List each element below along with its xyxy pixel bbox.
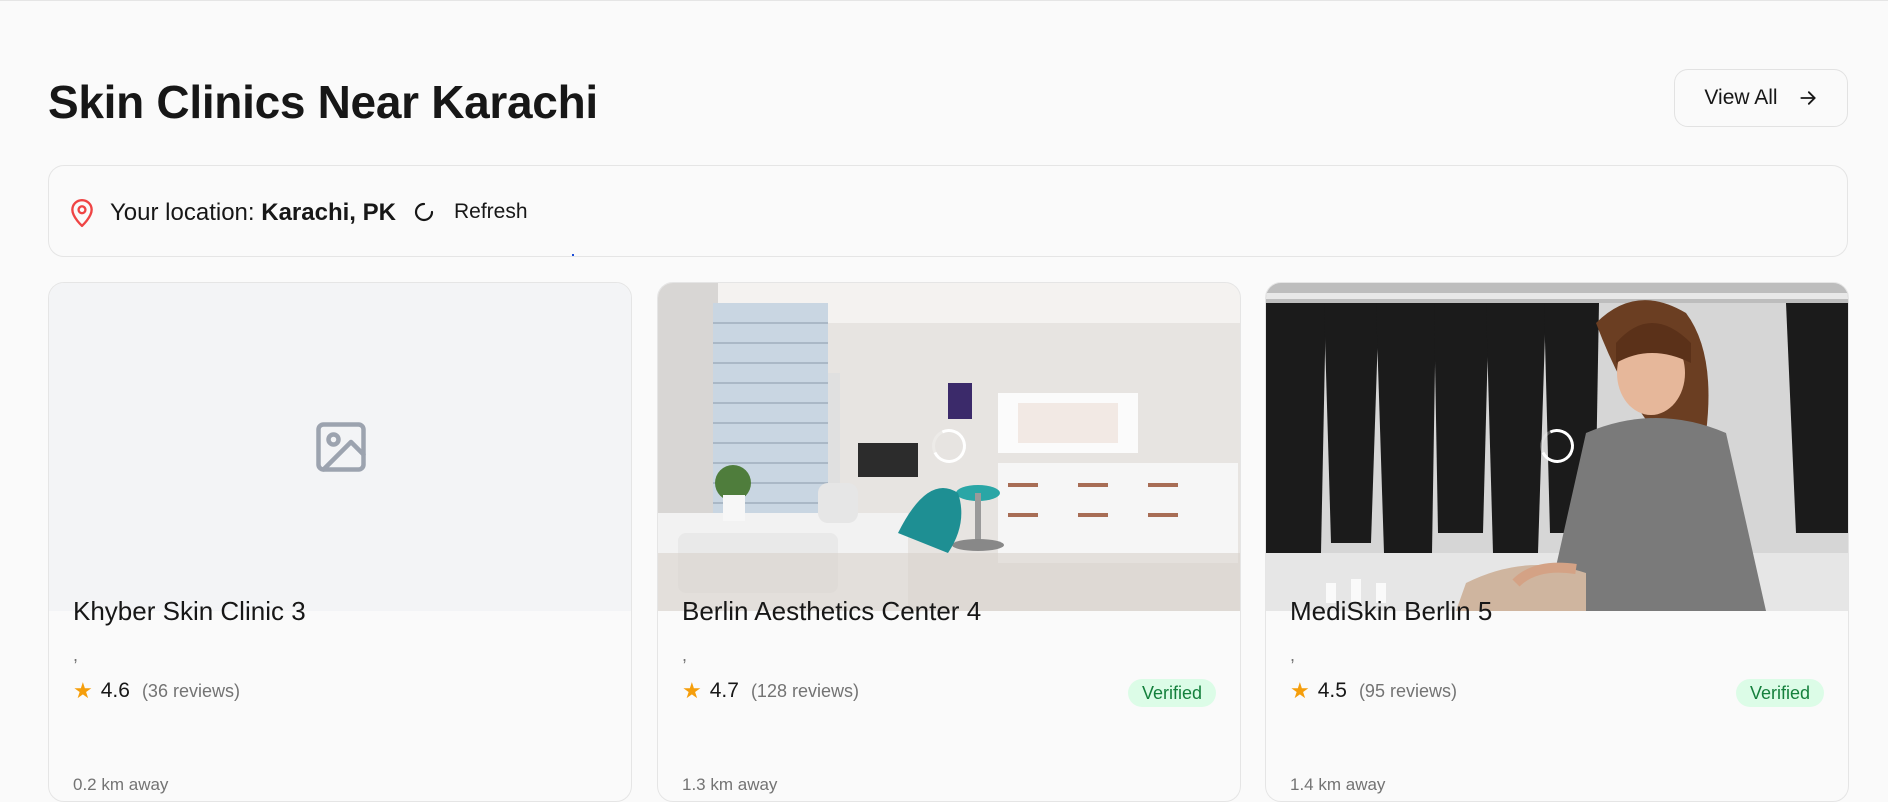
arrow-right-icon — [1799, 91, 1816, 105]
clinic-distance: 1.3 km away — [682, 775, 778, 794]
clinic-card[interactable]: Berlin Aesthetics Center 4 , ★ 4.7 (128 … — [657, 282, 1241, 802]
clinic-name[interactable]: MediSkin Berlin 5 — [1290, 595, 1492, 627]
location-value: Karachi, PK — [261, 199, 396, 226]
clinic-photo — [658, 283, 1240, 611]
clinic-distance: 0.2 km away — [73, 775, 169, 794]
clinic-name[interactable]: Berlin Aesthetics Center 4 — [682, 595, 981, 627]
location-prefix: Your location: — [110, 199, 255, 226]
star-icon: ★ — [1290, 678, 1310, 703]
location-bar: Your location: Karachi, PK Refresh — [48, 165, 1848, 257]
clinic-card[interactable]: Khyber Skin Clinic 3 , ★ 4.6 (36 reviews… — [48, 282, 632, 802]
image-placeholder-icon — [316, 422, 366, 472]
location-text: Your location: Karachi, PK — [110, 199, 396, 227]
clinic-address: , — [1290, 645, 1296, 665]
refresh-label: Refresh — [454, 200, 528, 223]
rating-score: 4.7 — [709, 679, 739, 702]
clinic-address: , — [682, 645, 688, 665]
top-divider — [0, 0, 1888, 1]
rating-score: 4.6 — [100, 679, 130, 702]
clinic-photo — [1266, 283, 1848, 611]
clinic-card[interactable]: MediSkin Berlin 5 , ★ 4.5 (95 reviews) V… — [1265, 282, 1849, 802]
clinic-name[interactable]: Khyber Skin Clinic 3 — [73, 595, 306, 627]
card-image-placeholder — [49, 283, 631, 611]
page-title: Skin Clinics Near Karachi — [48, 76, 598, 128]
verified-badge: Verified — [1127, 679, 1216, 707]
map-pin-icon — [71, 198, 93, 228]
clinic-rating: ★ 4.5 (95 reviews) — [1290, 679, 1457, 703]
clinic-rating: ★ 4.6 (36 reviews) — [73, 679, 240, 703]
star-icon: ★ — [682, 678, 702, 703]
review-count: (95 reviews) — [1358, 680, 1457, 701]
refresh-button[interactable]: Refresh — [412, 192, 528, 232]
refresh-icon — [414, 202, 434, 222]
review-count: (128 reviews) — [750, 680, 859, 701]
view-all-button[interactable]: View All — [1674, 69, 1848, 127]
review-count: (36 reviews) — [141, 680, 240, 701]
focus-marker — [572, 254, 574, 256]
rating-score: 4.5 — [1317, 679, 1347, 702]
view-all-label: View All — [1704, 86, 1778, 109]
verified-badge: Verified — [1735, 679, 1824, 707]
clinic-rating: ★ 4.7 (128 reviews) — [682, 679, 859, 703]
clinic-distance: 1.4 km away — [1290, 775, 1386, 794]
star-icon: ★ — [73, 678, 93, 703]
clinic-address: , — [73, 645, 79, 665]
